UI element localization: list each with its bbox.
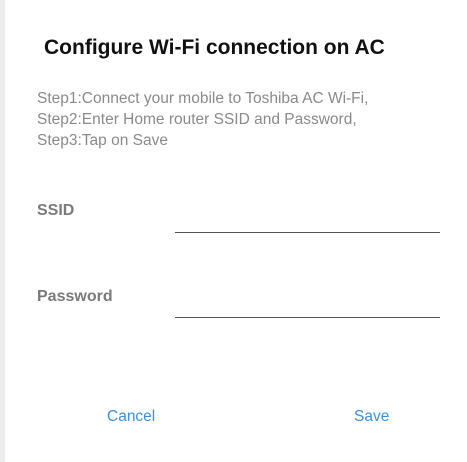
ssid-input[interactable] bbox=[175, 206, 440, 233]
cancel-button[interactable]: Cancel bbox=[99, 404, 163, 430]
ssid-label: SSID bbox=[37, 202, 75, 219]
instruction-step-3: Step3:Tap on Save bbox=[37, 132, 168, 149]
instruction-step-1: Step1:Connect your mobile to Toshiba AC … bbox=[37, 90, 369, 107]
instruction-step-2: Step2:Enter Home router SSID and Passwor… bbox=[37, 111, 357, 128]
dialog-left-edge bbox=[0, 0, 5, 462]
dialog-title: Configure Wi-Fi connection on AC bbox=[44, 36, 385, 59]
password-label: Password bbox=[37, 288, 113, 305]
wifi-config-dialog: Configure Wi-Fi connection on AC Step1:C… bbox=[0, 0, 467, 462]
save-button[interactable]: Save bbox=[346, 404, 397, 430]
password-input[interactable] bbox=[175, 291, 440, 318]
instructions: Step1:Connect your mobile to Toshiba AC … bbox=[37, 88, 462, 151]
